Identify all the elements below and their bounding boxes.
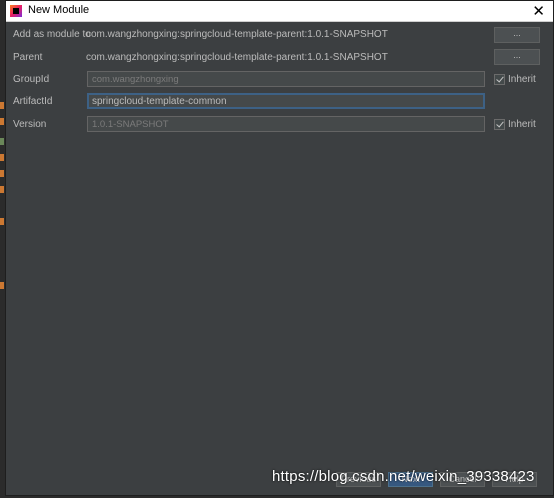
artifactid-label: ArtifactId <box>13 96 53 107</box>
groupid-field[interactable]: com.wangzhongxing <box>87 71 485 87</box>
artifactid-field[interactable]: springcloud-template-common <box>87 93 485 109</box>
groupid-inherit-label: Inherit <box>508 74 536 85</box>
version-inherit-checkbox[interactable] <box>494 119 505 130</box>
gutter-mark <box>0 186 4 193</box>
gutter-mark <box>0 154 4 161</box>
watermark-text: https://blog.csdn.net/weixin_39338423 <box>272 468 535 485</box>
groupid-inherit-checkbox[interactable] <box>494 74 505 85</box>
gutter-mark <box>0 282 4 289</box>
version-label: Version <box>13 119 47 130</box>
parent-browse-button[interactable]: ... <box>494 49 540 65</box>
title-bar: New Module ✕ <box>6 1 553 22</box>
groupid-label: GroupId <box>13 74 50 85</box>
add-as-module-value: com.wangzhongxing:springcloud-template-p… <box>86 29 388 40</box>
dialog-title: New Module <box>28 4 90 16</box>
gutter-mark <box>0 170 4 177</box>
gutter-mark <box>0 218 4 225</box>
parent-label: Parent <box>13 52 43 63</box>
new-module-dialog: New Module ✕ Add as module to com.wangzh… <box>5 0 554 496</box>
add-as-module-label: Add as module to <box>13 29 91 40</box>
version-inherit-label: Inherit <box>508 119 536 130</box>
gutter-mark <box>0 118 4 125</box>
gutter-mark <box>0 102 4 109</box>
version-field[interactable]: 1.0.1-SNAPSHOT <box>87 116 485 132</box>
intellij-idea-icon <box>10 5 22 17</box>
gutter-mark <box>0 138 4 145</box>
close-icon[interactable]: ✕ <box>532 2 545 20</box>
add-as-module-browse-button[interactable]: ... <box>494 27 540 43</box>
parent-value: com.wangzhongxing:springcloud-template-p… <box>86 52 388 63</box>
